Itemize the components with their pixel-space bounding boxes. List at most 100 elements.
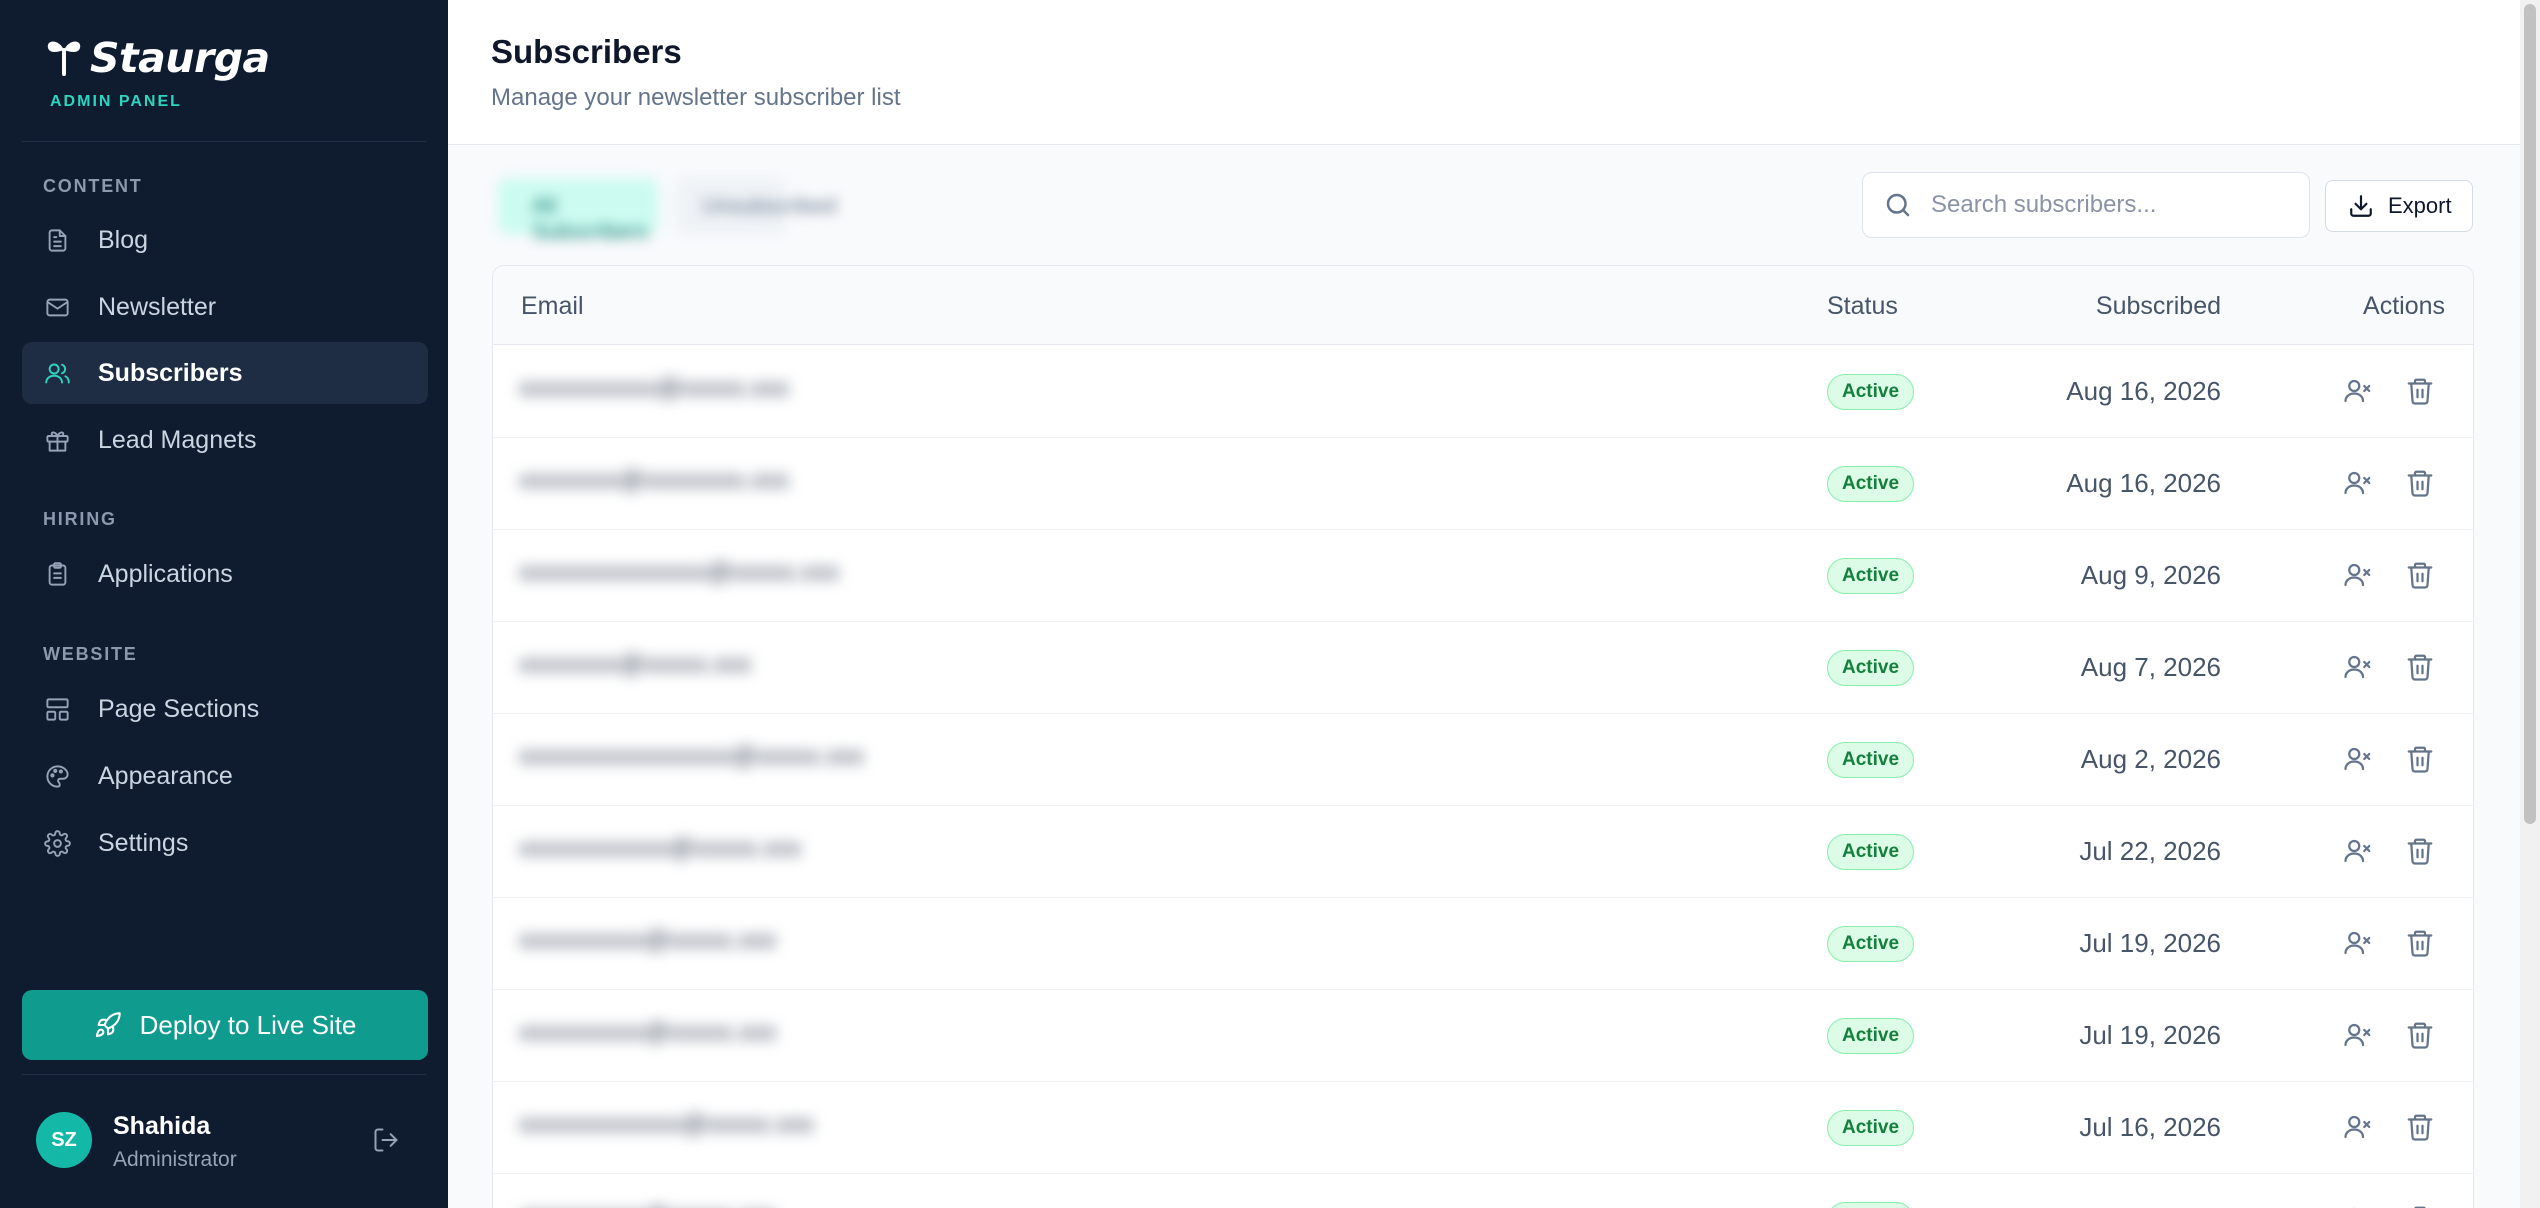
status-badge: Active	[1827, 374, 1915, 410]
table-row: xxxxxxxx@xxxxxxxx.xxx Active Aug 16, 2026	[493, 438, 2473, 530]
trash-icon	[2405, 838, 2435, 870]
subscriber-email: xxxxxxxxxxx@xxxxx.xxx	[519, 374, 789, 402]
search-input[interactable]	[1931, 191, 2301, 219]
sidebar-item-lead-magnets[interactable]: Lead Magnets	[22, 409, 428, 471]
rocket-icon	[95, 1012, 121, 1038]
gift-icon	[42, 425, 72, 455]
delete-button[interactable]	[2405, 1020, 2437, 1052]
status-badge: Active	[1827, 926, 1915, 962]
delete-button[interactable]	[2405, 652, 2437, 684]
trash-icon	[2405, 654, 2435, 686]
column-header-actions: Actions	[2363, 292, 2445, 320]
brand-logo[interactable]: Staurga	[44, 34, 270, 82]
table-row: xxxxxxxxxx@xxxxx.xxx Active Jul 19, 2026	[493, 898, 2473, 990]
scrollbar-thumb[interactable]	[2524, 4, 2536, 824]
page-title: Subscribers	[491, 33, 682, 70]
delete-button[interactable]	[2405, 1112, 2437, 1144]
sidebar-item-label: Subscribers	[98, 358, 243, 387]
divider	[22, 141, 426, 142]
trash-icon	[2405, 930, 2435, 962]
column-header-status[interactable]: Status	[1827, 292, 1898, 321]
status-badge: Active	[1827, 1018, 1915, 1054]
sidebar-item-label: Applications	[98, 559, 233, 588]
delete-button[interactable]	[2405, 836, 2437, 868]
subscribed-date: Jul 19, 2026	[2079, 928, 2221, 958]
table-header: Email Status Subscribed Actions	[493, 266, 2473, 345]
subscribed-date: Aug 7, 2026	[2080, 652, 2221, 682]
sidebar-item-appearance[interactable]: Appearance	[22, 745, 428, 807]
trash-icon	[2405, 378, 2435, 410]
logout-icon	[374, 1128, 398, 1152]
sidebar-item-blog[interactable]: Blog	[22, 209, 428, 271]
user-x-icon	[2343, 1023, 2373, 1054]
unsubscribe-button[interactable]	[2343, 1204, 2375, 1208]
export-button-label: Export	[2388, 193, 2452, 218]
subscribed-date: Aug 2, 2026	[2080, 744, 2221, 774]
sidebar-item-label: Newsletter	[98, 292, 217, 321]
unsubscribe-button[interactable]	[2343, 836, 2375, 868]
scrollbar[interactable]	[2520, 0, 2540, 1208]
sidebar-item-newsletter[interactable]: Newsletter	[22, 276, 428, 338]
trash-icon	[2405, 1114, 2435, 1146]
unsubscribe-button[interactable]	[2343, 1020, 2375, 1052]
sidebar-item-label: Settings	[98, 828, 189, 857]
table-row: xxxxxxxxxx@xxxxx.xxx Active Jul 19, 2026	[493, 990, 2473, 1082]
delete-button[interactable]	[2405, 1204, 2437, 1208]
user-x-icon	[2343, 1115, 2373, 1146]
layout-icon	[42, 694, 72, 724]
sidebar-item-label: Blog	[98, 225, 149, 254]
user-x-icon	[2343, 839, 2373, 870]
column-header-subscribed[interactable]: Subscribed	[2096, 292, 2221, 321]
unsubscribe-button[interactable]	[2343, 376, 2375, 408]
logout-button[interactable]	[372, 1126, 404, 1158]
subscribed-date: Jul 19, 2026	[2079, 1020, 2221, 1050]
unsubscribe-button[interactable]	[2343, 560, 2375, 592]
export-button[interactable]: Export	[2325, 180, 2473, 232]
trash-icon	[2405, 1022, 2435, 1054]
status-badge: Active	[1827, 650, 1915, 686]
gear-icon	[42, 828, 72, 858]
status-badge: Active	[1827, 742, 1915, 778]
subscriber-email: xxxxxxxxxxxxx@xxxxx.xxx	[519, 1110, 814, 1138]
subscribed-date: Jul 22, 2026	[2079, 836, 2221, 866]
trash-icon	[2405, 746, 2435, 778]
filter-all-tab[interactable]: All Subscribers	[498, 178, 658, 244]
delete-button[interactable]	[2405, 560, 2437, 592]
unsubscribe-button[interactable]	[2343, 928, 2375, 960]
user-x-icon	[2343, 655, 2373, 686]
subscriber-email: xxxxxxxxxxxxxxxxx@xxxxx.xxx	[519, 742, 864, 770]
user-x-icon	[2343, 747, 2373, 778]
unsubscribe-button[interactable]	[2343, 468, 2375, 500]
delete-button[interactable]	[2405, 376, 2437, 408]
sidebar-item-subscribers[interactable]: Subscribers	[22, 342, 428, 404]
trash-icon	[2405, 562, 2435, 594]
unsubscribe-button[interactable]	[2343, 744, 2375, 776]
main-content: Subscribers Manage your newsletter subsc…	[448, 0, 2520, 1208]
subscriber-email: xxxxxxxxxx@xxxxx.xxx	[519, 1018, 777, 1046]
column-header-email[interactable]: Email	[521, 292, 584, 321]
search-icon	[1886, 193, 1910, 217]
unsubscribe-button[interactable]	[2343, 1112, 2375, 1144]
subscribed-date: Jul 16, 2026	[2079, 1112, 2221, 1142]
user-x-icon	[2343, 471, 2373, 502]
unsubscribe-button[interactable]	[2343, 652, 2375, 684]
deploy-button[interactable]: Deploy to Live Site	[22, 990, 428, 1060]
table-row: xxxxxxxxxxx@xxxxx.xxx Active Aug 16, 2026	[493, 346, 2473, 438]
status-badge: Active	[1827, 1202, 1915, 1208]
filter-unsubscribed-tab[interactable]: Unsubscribed	[676, 178, 837, 234]
delete-button[interactable]	[2405, 928, 2437, 960]
download-icon	[2350, 195, 2372, 217]
delete-button[interactable]	[2405, 744, 2437, 776]
delete-button[interactable]	[2405, 468, 2437, 500]
logo-mark-icon	[47, 41, 81, 76]
sidebar-item-label: Lead Magnets	[98, 425, 257, 454]
sidebar-item-settings[interactable]: Settings	[22, 812, 428, 874]
avatar[interactable]: SZ	[36, 1112, 92, 1168]
sidebar-item-page-sections[interactable]: Page Sections	[22, 678, 428, 740]
sidebar-item-applications[interactable]: Applications	[22, 543, 428, 605]
status-badge: Active	[1827, 1110, 1915, 1146]
brand-name: Staurga	[90, 34, 270, 82]
sidebar-item-label: Page Sections	[98, 694, 260, 723]
subscriber-email: xxxxxxxxxxxx@xxxxx.xxx	[519, 834, 802, 862]
status-badge: Active	[1827, 466, 1915, 502]
